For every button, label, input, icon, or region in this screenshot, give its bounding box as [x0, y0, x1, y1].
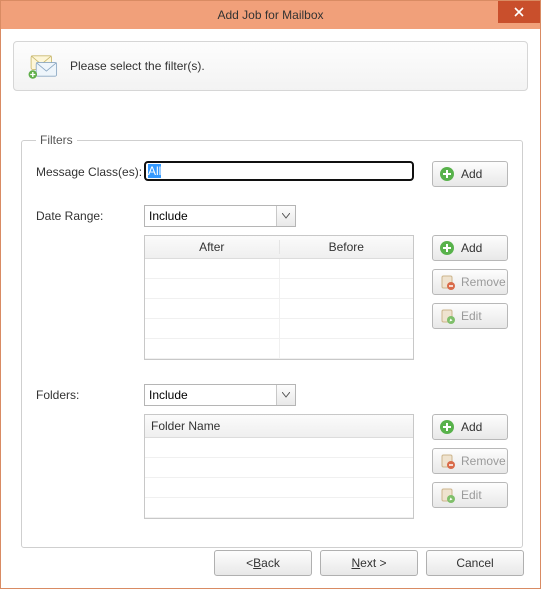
cancel-button[interactable]: Cancel [426, 550, 524, 576]
message-class-input[interactable] [144, 161, 414, 181]
folders-row: Folders: Include Folder Name [36, 384, 508, 519]
remove-icon [439, 453, 455, 469]
instruction-banner: Please select the filter(s). [13, 41, 528, 91]
date-range-table[interactable]: After Before [144, 235, 414, 360]
date-range-mode-select[interactable]: Include [144, 205, 296, 227]
mailbox-icon [26, 52, 60, 80]
edit-label: Edit [461, 488, 482, 502]
folders-table[interactable]: Folder Name [144, 414, 414, 519]
col-before: Before [280, 240, 414, 254]
folders-body [145, 438, 413, 518]
edit-label: Edit [461, 309, 482, 323]
wizard-footer: < Back Next > Cancel [214, 550, 524, 576]
add-icon [439, 166, 455, 182]
date-range-row: Date Range: Include After [36, 205, 508, 360]
message-class-add-button[interactable]: Add [432, 161, 508, 187]
back-prefix: < [246, 556, 253, 570]
date-range-header: After Before [145, 236, 413, 259]
add-icon [439, 419, 455, 435]
add-icon [439, 240, 455, 256]
add-label: Add [461, 420, 482, 434]
back-rest: ack [261, 556, 280, 570]
message-class-row: Message Class(es): Add [36, 161, 508, 195]
close-icon [514, 7, 524, 17]
add-label: Add [461, 241, 482, 255]
folders-add-button[interactable]: Add [432, 414, 508, 440]
col-after: After [145, 240, 280, 254]
close-button[interactable] [498, 1, 540, 23]
back-mnemonic: B [253, 556, 261, 570]
remove-icon [439, 274, 455, 290]
remove-label: Remove [461, 454, 506, 468]
window-title: Add Job for Mailbox [1, 8, 540, 22]
dialog-window: Add Job for Mailbox Please select the fi… [0, 0, 541, 589]
cancel-label: Cancel [456, 556, 493, 570]
edit-icon [439, 308, 455, 324]
date-range-add-button[interactable]: Add [432, 235, 508, 261]
titlebar: Add Job for Mailbox [1, 1, 540, 29]
next-mnemonic: N [351, 556, 360, 570]
next-rest: ext > [360, 556, 386, 570]
col-folder-name: Folder Name [145, 419, 413, 433]
add-label: Add [461, 167, 482, 181]
filters-legend: Filters [36, 133, 77, 147]
remove-label: Remove [461, 275, 506, 289]
date-range-edit-button[interactable]: Edit [432, 303, 508, 329]
instruction-text: Please select the filter(s). [70, 59, 205, 73]
folders-label: Folders: [36, 384, 144, 402]
filters-group: Filters Message Class(es): Add Date Rang… [21, 133, 523, 548]
back-button[interactable]: < Back [214, 550, 312, 576]
folders-header: Folder Name [145, 415, 413, 438]
folders-remove-button[interactable]: Remove [432, 448, 508, 474]
next-button[interactable]: Next > [320, 550, 418, 576]
folders-mode-select[interactable]: Include [144, 384, 296, 406]
date-range-body [145, 259, 413, 359]
message-class-label: Message Class(es): [36, 161, 144, 179]
content-area: Filters Message Class(es): Add Date Rang… [1, 91, 540, 548]
folders-edit-button[interactable]: Edit [432, 482, 508, 508]
date-range-remove-button[interactable]: Remove [432, 269, 508, 295]
date-range-label: Date Range: [36, 205, 144, 223]
edit-icon [439, 487, 455, 503]
